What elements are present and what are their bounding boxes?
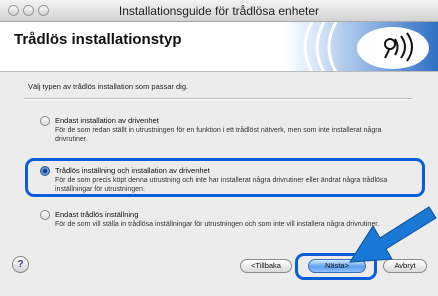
help-button[interactable]: ? bbox=[12, 256, 29, 273]
installer-window: Installationsguide för trådlösa enheter … bbox=[0, 0, 438, 296]
option-description: För de som precis köpt denna utrustning … bbox=[55, 177, 388, 193]
cancel-button[interactable]: Avbryt bbox=[383, 259, 427, 273]
radio-driver-only[interactable] bbox=[40, 116, 50, 126]
option-description: För de som vill ställa in trådlösa instä… bbox=[55, 221, 380, 228]
page-title: Trådlös installationstyp bbox=[14, 31, 182, 48]
divider bbox=[24, 98, 412, 100]
back-button[interactable]: <Tillbaka bbox=[240, 259, 292, 273]
radio-wireless-only[interactable] bbox=[40, 210, 50, 220]
title-bar: Installationsguide för trådlösa enheter bbox=[0, 0, 438, 22]
intro-text: Välj typen av trådlös installation som p… bbox=[28, 82, 189, 91]
option-label: Endast installation av drivenhet bbox=[55, 116, 159, 125]
wireless-logo-icon bbox=[285, 22, 438, 71]
next-button[interactable]: Nästa> bbox=[308, 259, 366, 273]
header-panel: Trådlös installationstyp bbox=[0, 22, 438, 72]
option-label: Endast trådlös inställning bbox=[55, 210, 139, 219]
option-label: Trådlös inställning och installation av … bbox=[55, 166, 210, 175]
radio-wireless-and-driver[interactable] bbox=[40, 166, 50, 176]
option-description: För de som redan ställt in utrustningen … bbox=[55, 127, 382, 143]
window-title: Installationsguide för trådlösa enheter bbox=[118, 4, 320, 18]
